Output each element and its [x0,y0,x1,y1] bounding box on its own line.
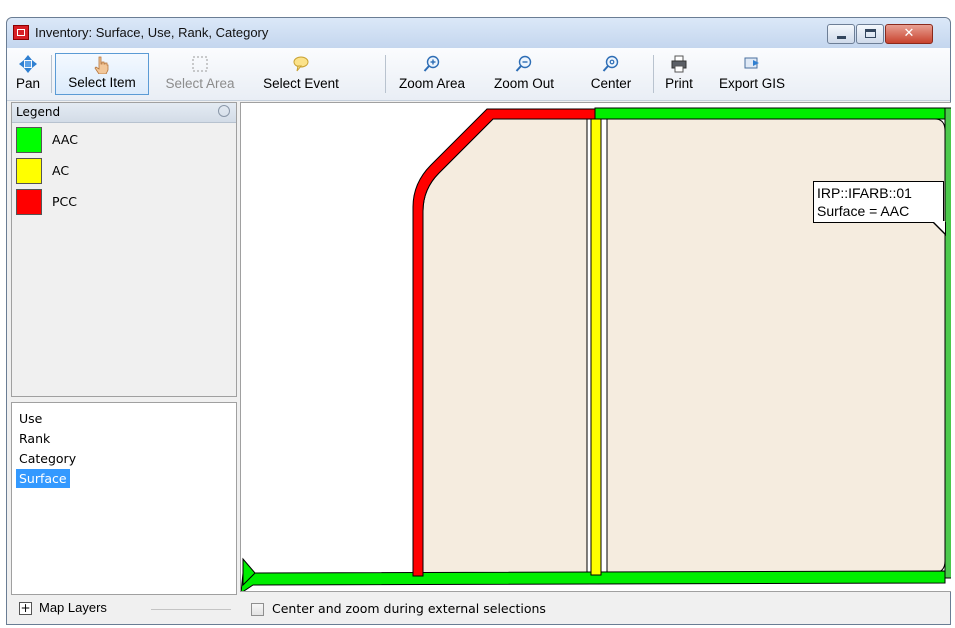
dashed-rectangle-icon [192,56,208,72]
map-layers-label[interactable]: Map Layers [39,600,107,615]
toolbar-separator [385,55,386,93]
zoom-in-icon [423,55,440,72]
minimize-button[interactable] [827,24,855,44]
legend-swatch [16,127,42,153]
title-bar[interactable]: Inventory: Surface, Use, Rank, Category … [7,18,950,48]
export-gis-label: Export GIS [718,76,786,91]
print-button[interactable]: Print [657,53,701,95]
map-layers-bar: + Map Layers [11,595,237,621]
zoom-out-button[interactable]: Zoom Out [483,53,565,95]
legend-label: AAC [52,132,78,147]
select-event-button[interactable]: Select Event [249,53,353,95]
layer-item-category[interactable]: Category [16,449,79,468]
legend-swatch [16,189,42,215]
inventory-window: Inventory: Surface, Use, Rank, Category … [6,17,951,625]
tooltip-line-2: Surface = AAC [817,203,910,219]
printer-icon [671,55,687,73]
layer-item-surface[interactable]: Surface [16,469,70,488]
center-zoom-label[interactable]: Center and zoom during external selectio… [272,601,546,616]
parcel-left[interactable] [422,118,588,574]
toolbar-separator [51,55,52,93]
expand-map-layers-button[interactable]: + [19,602,32,615]
export-icon [744,57,759,69]
close-button[interactable]: ✕ [885,24,933,44]
export-gis-button[interactable]: Export GIS [707,53,797,95]
legend-panel: Legend AAC AC PCC [11,102,237,397]
legend-swatch [16,158,42,184]
layer-item-rank[interactable]: Rank [16,429,53,448]
toolbar-separator [653,55,654,93]
layers-list: Use Rank Category Surface [11,402,237,595]
speech-bubble-icon [293,56,309,72]
pin-icon[interactable] [218,105,230,117]
center-label: Center [590,76,632,91]
legend-label: AC [52,163,70,178]
divider [151,609,231,610]
legend-header: Legend [12,103,236,123]
toolbar: Pan Select Item Select Area Select Event [7,48,950,101]
select-area-label: Select Area [165,76,235,91]
select-area-button[interactable]: Select Area [153,53,247,95]
layer-item-use[interactable]: Use [16,409,45,428]
hand-pointer-icon [94,56,109,74]
select-item-button[interactable]: Select Item [55,53,149,95]
zoom-area-label: Zoom Area [398,76,466,91]
select-item-label: Select Item [68,75,136,90]
map-tooltip: IRP::IFARB::01 Surface = AAC [813,181,946,236]
legend-title: Legend [16,105,61,119]
app-icon [13,25,29,40]
road-ac[interactable] [590,118,602,576]
window-title: Inventory: Surface, Use, Rank, Category [35,25,269,40]
center-zoom-checkbox[interactable] [251,603,264,616]
footer-bar: Center and zoom during external selectio… [240,595,951,623]
road-right[interactable] [944,107,951,579]
print-label: Print [665,76,693,91]
map-svg[interactable] [241,103,951,592]
zoom-area-button[interactable]: Zoom Area [391,53,473,95]
zoom-out-icon [515,55,532,72]
select-event-label: Select Event [263,76,339,91]
road-top[interactable] [594,107,951,120]
center-button[interactable]: Center [583,53,639,95]
zoom-center-icon [602,55,619,72]
tooltip-tail-fill [933,221,945,233]
pan-button[interactable]: Pan [9,53,47,95]
pan-label: Pan [15,76,41,91]
legend-label: PCC [52,194,77,209]
tooltip-line-1: IRP::IFARB::01 [817,185,912,201]
map-canvas[interactable]: IRP::IFARB::01 Surface = AAC [240,102,951,592]
maximize-button[interactable] [856,24,884,44]
pan-arrows-icon [19,55,37,73]
zoom-out-label: Zoom Out [493,76,555,91]
